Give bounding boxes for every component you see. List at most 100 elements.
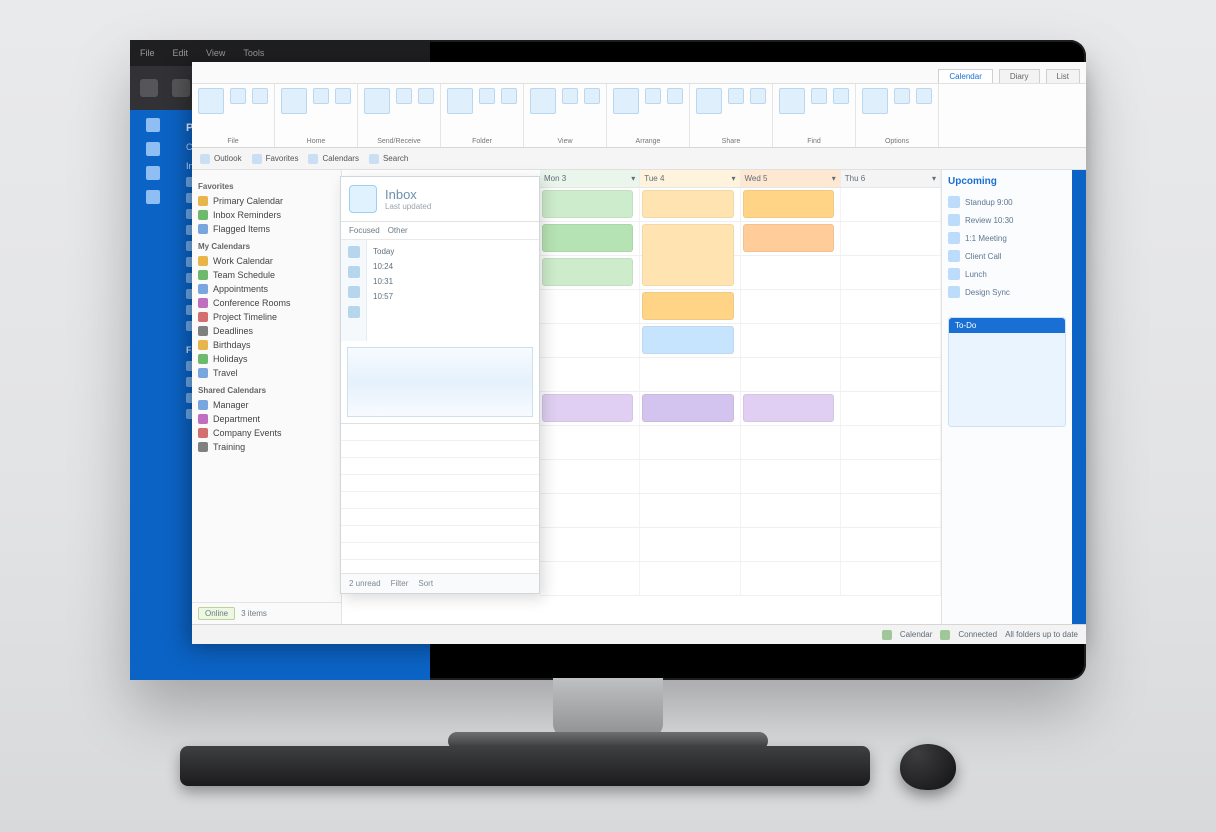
calendar-event[interactable]	[542, 258, 633, 286]
calendar-cell[interactable]	[841, 562, 941, 595]
ribbon-button-icon[interactable]	[645, 88, 661, 104]
nav-item[interactable]: Training	[198, 440, 335, 454]
calendar-time-grid[interactable]	[540, 188, 941, 624]
upcoming-item[interactable]: Client Call	[948, 247, 1066, 265]
ribbon-button-icon[interactable]	[230, 88, 246, 104]
calendar-event[interactable]	[642, 326, 733, 354]
nav-item[interactable]: Project Timeline	[198, 310, 335, 324]
inbox-row[interactable]: 10:31	[373, 274, 533, 289]
ribbon-button-icon[interactable]	[584, 88, 600, 104]
upcoming-item[interactable]: Review 10:30	[948, 211, 1066, 229]
ribbon-button-icon[interactable]	[613, 88, 639, 114]
calendar-day-header[interactable]: Wed 5▾	[741, 170, 841, 187]
nav-item[interactable]: Primary Calendar	[198, 194, 335, 208]
ribbon-button-icon[interactable]	[447, 88, 473, 114]
calendar-event[interactable]	[542, 224, 633, 252]
calendar-cell[interactable]	[741, 460, 841, 493]
calendar-cell[interactable]	[741, 188, 841, 221]
ribbon-button-icon[interactable]	[916, 88, 932, 104]
calendar-cell[interactable]	[841, 460, 941, 493]
nav-item[interactable]: Inbox Reminders	[198, 208, 335, 222]
calendar-cell[interactable]	[540, 494, 640, 527]
sub-toolbar-item[interactable]: Search	[369, 154, 408, 164]
inbox-tab[interactable]: Focused	[349, 226, 380, 235]
ribbon-button-icon[interactable]	[562, 88, 578, 104]
ribbon-button-icon[interactable]	[364, 88, 390, 114]
calendar-cell[interactable]	[841, 324, 941, 357]
calendar-cell[interactable]	[741, 290, 841, 323]
calendar-cell[interactable]	[640, 392, 740, 425]
calendar-event[interactable]	[642, 190, 733, 218]
calendar-cell[interactable]	[640, 494, 740, 527]
calendar-event[interactable]	[642, 394, 733, 422]
calendar-cell[interactable]	[841, 426, 941, 459]
calendar-cell[interactable]	[841, 392, 941, 425]
bg-activity-icon[interactable]	[146, 166, 160, 180]
calendar-cell[interactable]	[741, 528, 841, 561]
nav-item[interactable]: Appointments	[198, 282, 335, 296]
upcoming-item[interactable]: 1:1 Meeting	[948, 229, 1066, 247]
calendar-cell[interactable]	[841, 494, 941, 527]
calendar-cell[interactable]	[841, 358, 941, 391]
bg-menu-item[interactable]: View	[206, 48, 225, 58]
bg-tool-icon[interactable]	[172, 79, 190, 97]
vertical-scrollbar[interactable]	[1072, 170, 1086, 624]
ribbon-button-icon[interactable]	[750, 88, 766, 104]
ribbon-button-icon[interactable]	[530, 88, 556, 114]
gutter-icon[interactable]	[348, 306, 360, 318]
ribbon-button-icon[interactable]	[728, 88, 744, 104]
nav-item[interactable]: Deadlines	[198, 324, 335, 338]
calendar-cell[interactable]	[540, 290, 640, 323]
nav-item[interactable]: Department	[198, 412, 335, 426]
nav-item[interactable]: Team Schedule	[198, 268, 335, 282]
ribbon-button-icon[interactable]	[335, 88, 351, 104]
calendar-cell[interactable]	[640, 324, 740, 357]
calendar-cell[interactable]	[640, 460, 740, 493]
calendar-cell[interactable]	[841, 188, 941, 221]
calendar-day-header[interactable]: Tue 4▾	[640, 170, 740, 187]
calendar-cell[interactable]	[741, 562, 841, 595]
sub-toolbar-item[interactable]: Favorites	[252, 154, 299, 164]
ribbon-button-icon[interactable]	[396, 88, 412, 104]
calendar-event[interactable]	[743, 190, 834, 218]
chevron-down-icon[interactable]: ▾	[631, 174, 635, 183]
calendar-event[interactable]	[542, 190, 633, 218]
inbox-row[interactable]: 10:57	[373, 289, 533, 304]
window-tab[interactable]: Calendar	[938, 69, 992, 83]
calendar-cell[interactable]	[540, 222, 640, 255]
bg-menu-item[interactable]: Tools	[243, 48, 264, 58]
window-tab[interactable]: Diary	[999, 69, 1040, 83]
calendar-cell[interactable]	[640, 562, 740, 595]
nav-item[interactable]: Manager	[198, 398, 335, 412]
gutter-icon[interactable]	[348, 246, 360, 258]
gutter-icon[interactable]	[348, 286, 360, 298]
calendar-day-header[interactable]: Thu 6▾	[841, 170, 941, 187]
calendar-cell[interactable]	[841, 256, 941, 289]
ribbon-button-icon[interactable]	[252, 88, 268, 104]
ribbon-button-icon[interactable]	[198, 88, 224, 114]
calendar-cell[interactable]	[540, 358, 640, 391]
inbox-row[interactable]: 10:24	[373, 259, 533, 274]
gutter-icon[interactable]	[348, 266, 360, 278]
sub-toolbar-item[interactable]: Outlook	[200, 154, 242, 164]
calendar-cell[interactable]	[841, 528, 941, 561]
upcoming-item[interactable]: Standup 9:00	[948, 193, 1066, 211]
nav-item[interactable]: Holidays	[198, 352, 335, 366]
calendar-cell[interactable]	[741, 324, 841, 357]
nav-item[interactable]: Company Events	[198, 426, 335, 440]
calendar-cell[interactable]	[741, 358, 841, 391]
sub-toolbar-item[interactable]: Calendars	[308, 154, 358, 164]
upcoming-item[interactable]: Lunch	[948, 265, 1066, 283]
ribbon-button-icon[interactable]	[862, 88, 888, 114]
upcoming-item[interactable]: Design Sync	[948, 283, 1066, 301]
ribbon-button-icon[interactable]	[779, 88, 805, 114]
inbox-row[interactable]: Today	[373, 244, 533, 259]
ribbon-button-icon[interactable]	[281, 88, 307, 114]
calendar-cell[interactable]	[640, 426, 740, 459]
calendar-cell[interactable]	[741, 494, 841, 527]
calendar-cell[interactable]	[741, 222, 841, 255]
calendar-cell[interactable]	[540, 392, 640, 425]
nav-item[interactable]: Birthdays	[198, 338, 335, 352]
ribbon-button-icon[interactable]	[696, 88, 722, 114]
chevron-down-icon[interactable]: ▾	[932, 174, 936, 183]
